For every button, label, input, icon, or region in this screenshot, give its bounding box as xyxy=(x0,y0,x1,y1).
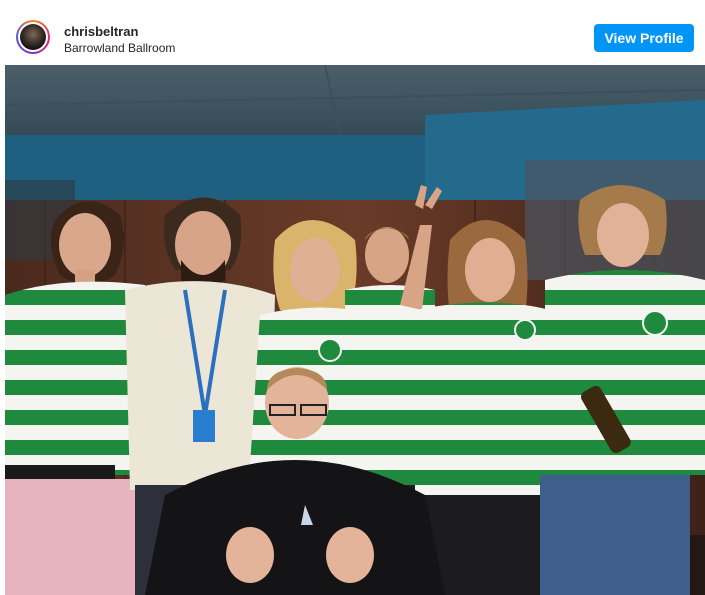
view-profile-button[interactable]: View Profile xyxy=(594,24,694,52)
location-tag[interactable]: Barrowland Ballroom xyxy=(64,41,175,55)
avatar-ring-gap xyxy=(18,22,48,52)
user-avatar-icon xyxy=(20,24,46,50)
profile-avatar[interactable] xyxy=(16,20,50,54)
username[interactable]: chrisbeltran xyxy=(64,24,138,39)
instagram-embed-card: chrisbeltran Barrowland Ballroom View Pr… xyxy=(0,0,705,595)
post-photo[interactable] xyxy=(5,65,705,595)
group-photo-illustration xyxy=(5,65,705,595)
post-header: chrisbeltran Barrowland Ballroom View Pr… xyxy=(0,0,705,64)
